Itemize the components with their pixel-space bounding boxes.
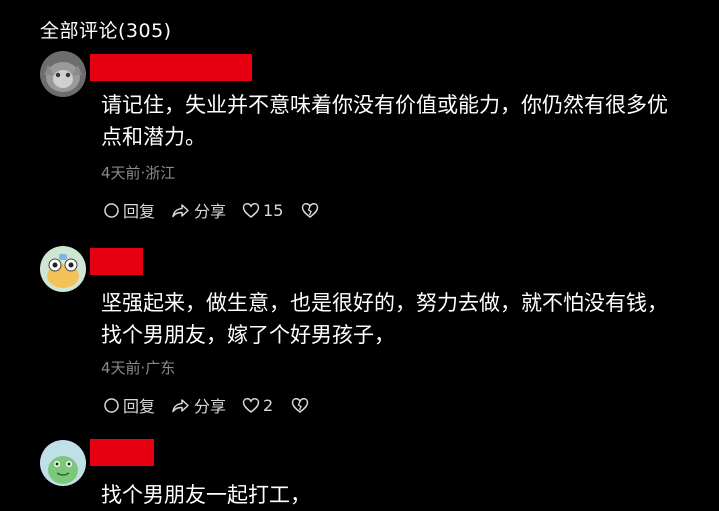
like-button[interactable]: 2	[242, 396, 273, 415]
share-icon	[172, 398, 189, 412]
comment-text: 请记住，失业并不意味着你没有价值或能力，你仍然有很多优 点和潜力。	[101, 93, 668, 149]
reply-icon	[104, 202, 119, 218]
like-button[interactable]: 15	[242, 201, 283, 220]
broken-heart-icon	[302, 202, 319, 218]
share-button[interactable]: 分享	[171, 393, 226, 417]
cat-avatar-icon	[40, 51, 86, 97]
cartoon-dino-avatar-icon	[40, 440, 86, 486]
comment-actions: 回复 分享 15	[103, 198, 319, 222]
comment-meta: 4天前·广东	[101, 359, 176, 377]
reply-button[interactable]: 回复	[103, 393, 155, 417]
username-redacted	[90, 439, 154, 466]
like-count: 2	[263, 395, 274, 415]
dislike-button[interactable]	[291, 397, 309, 414]
user-avatar[interactable]	[40, 440, 86, 486]
user-avatar[interactable]	[40, 246, 86, 292]
comment-actions: 回复 分享 2	[103, 393, 309, 417]
heart-icon	[242, 397, 260, 413]
user-avatar[interactable]	[40, 51, 86, 97]
heart-icon	[242, 202, 260, 218]
share-button[interactable]: 分享	[171, 198, 226, 222]
comment-meta: 4天前·浙江	[101, 164, 176, 182]
broken-heart-icon	[291, 397, 309, 413]
username-redacted	[90, 248, 143, 275]
like-count: 15	[263, 200, 284, 220]
comment-text: 找个男朋友一起打工，	[101, 483, 311, 507]
share-icon	[172, 203, 189, 217]
reply-icon	[104, 397, 119, 413]
username-redacted	[90, 54, 252, 81]
comment-text: 坚强起来，做生意，也是很好的，努力去做，就不怕没有钱， 找个男朋友，嫁了个好男孩…	[101, 291, 668, 347]
comments-header: 全部评论(305)	[40, 20, 172, 42]
dislike-button[interactable]	[301, 202, 319, 219]
reply-button[interactable]: 回复	[103, 198, 155, 222]
cartoon-frog-avatar-icon	[40, 246, 86, 292]
